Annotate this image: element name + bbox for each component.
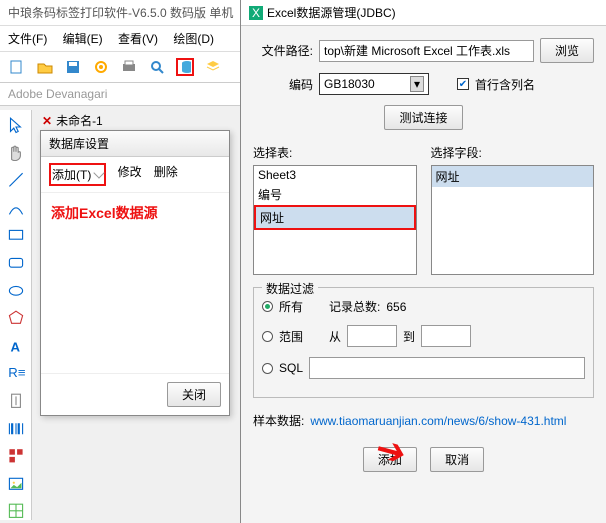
ellipse-icon[interactable] [7, 282, 25, 300]
chevron-down-icon [93, 167, 104, 178]
db-settings-panel: 数据库设置 添加(T) 修改 删除 添加Excel数据源 关闭 [40, 130, 230, 416]
db-close-button[interactable]: 关闭 [167, 382, 221, 407]
radio-all-label: 所有 [279, 298, 303, 315]
tables-label: 选择表: [253, 144, 417, 161]
radio-sql[interactable] [262, 363, 273, 374]
qr-icon[interactable] [7, 447, 25, 465]
filter-group: 数据过滤 所有 记录总数: 656 范围 从 到 SQL [253, 287, 594, 398]
gear-icon[interactable] [92, 58, 110, 76]
excel-source-dialog: X Excel数据源管理(JDBC) 文件路径: 浏览 编码 GB18030▾ … [240, 0, 606, 523]
image-icon[interactable] [7, 475, 25, 493]
save-icon[interactable] [64, 58, 82, 76]
db-panel-title: 数据库设置 [41, 131, 229, 157]
curve-icon[interactable] [7, 199, 25, 217]
tool-sidebar: A R≡ [0, 110, 32, 520]
radio-all[interactable] [262, 301, 273, 312]
fields-listbox[interactable]: 网址 [431, 165, 595, 275]
encoding-label: 编码 [253, 76, 313, 93]
list-item[interactable]: 编号 [254, 184, 416, 205]
db-hint-text: 添加Excel数据源 [51, 203, 219, 223]
db-delete-button[interactable]: 删除 [154, 163, 178, 186]
to-input[interactable] [421, 325, 471, 347]
cancel-button[interactable]: 取消 [430, 447, 484, 472]
preview-icon[interactable] [148, 58, 166, 76]
filter-title: 数据过滤 [262, 280, 318, 297]
count-label: 记录总数: [329, 298, 380, 315]
sql-input[interactable] [309, 357, 585, 379]
tables-listbox[interactable]: Sheet3 编号 网址 [253, 165, 417, 275]
richtext-icon[interactable]: R≡ [7, 364, 25, 382]
add-button[interactable]: 添加 [363, 447, 417, 472]
count-value: 656 [386, 300, 406, 314]
test-connection-button[interactable]: 测试连接 [384, 105, 462, 130]
tab-label: 未命名-1 [56, 112, 103, 129]
encoding-select[interactable]: GB18030▾ [319, 73, 429, 95]
menu-draw[interactable]: 绘图(D) [173, 32, 214, 46]
sample-link[interactable]: www.tiaomaruanjian.com/news/6/show-431.h… [310, 414, 566, 428]
svg-text:X: X [252, 6, 260, 20]
menu-file[interactable]: 文件(F) [8, 32, 47, 46]
list-item-selected[interactable]: 网址 [432, 166, 594, 187]
header-label: 首行含列名 [475, 76, 535, 93]
layers-icon[interactable] [204, 58, 222, 76]
excel-icon: X [249, 6, 263, 20]
list-item-selected[interactable]: 网址 [254, 205, 416, 230]
sample-label: 样本数据: [253, 412, 304, 429]
path-label: 文件路径: [253, 42, 313, 59]
fields-label: 选择字段: [431, 144, 595, 161]
grid-icon[interactable] [7, 502, 25, 520]
rect-icon[interactable] [7, 226, 25, 244]
to-label: 到 [403, 328, 415, 345]
radio-sql-label: SQL [279, 361, 303, 375]
open-icon[interactable] [36, 58, 54, 76]
svg-text:A: A [10, 339, 20, 354]
dialog-title: X Excel数据源管理(JDBC) [241, 0, 606, 26]
line-icon[interactable] [7, 171, 25, 189]
new-icon[interactable] [8, 58, 26, 76]
close-tab-icon[interactable]: ✕ [42, 114, 52, 128]
radio-range-label: 范围 [279, 328, 303, 345]
text-icon[interactable]: A [7, 337, 25, 355]
vtext-icon[interactable] [7, 392, 25, 410]
font-name: Adobe Devanagari [8, 87, 107, 101]
polygon-icon[interactable] [7, 309, 25, 327]
menu-edit[interactable]: 编辑(E) [63, 32, 103, 46]
header-checkbox[interactable]: ✔ [457, 78, 469, 90]
database-icon[interactable] [176, 58, 194, 76]
hand-icon[interactable] [7, 144, 25, 162]
db-add-button[interactable]: 添加(T) [49, 163, 106, 186]
list-item[interactable]: Sheet3 [254, 166, 416, 184]
path-input[interactable] [319, 40, 534, 62]
from-label: 从 [329, 328, 341, 345]
barcode-icon[interactable] [7, 420, 25, 438]
roundrect-icon[interactable] [7, 254, 25, 272]
radio-range[interactable] [262, 331, 273, 342]
db-modify-button[interactable]: 修改 [118, 163, 142, 186]
menu-view[interactable]: 查看(V) [118, 32, 158, 46]
browse-button[interactable]: 浏览 [540, 38, 594, 63]
print-icon[interactable] [120, 58, 138, 76]
from-input[interactable] [347, 325, 397, 347]
pointer-icon[interactable] [7, 116, 25, 134]
document-tab[interactable]: ✕ 未命名-1 [42, 112, 103, 129]
svg-text:R≡: R≡ [8, 366, 25, 381]
